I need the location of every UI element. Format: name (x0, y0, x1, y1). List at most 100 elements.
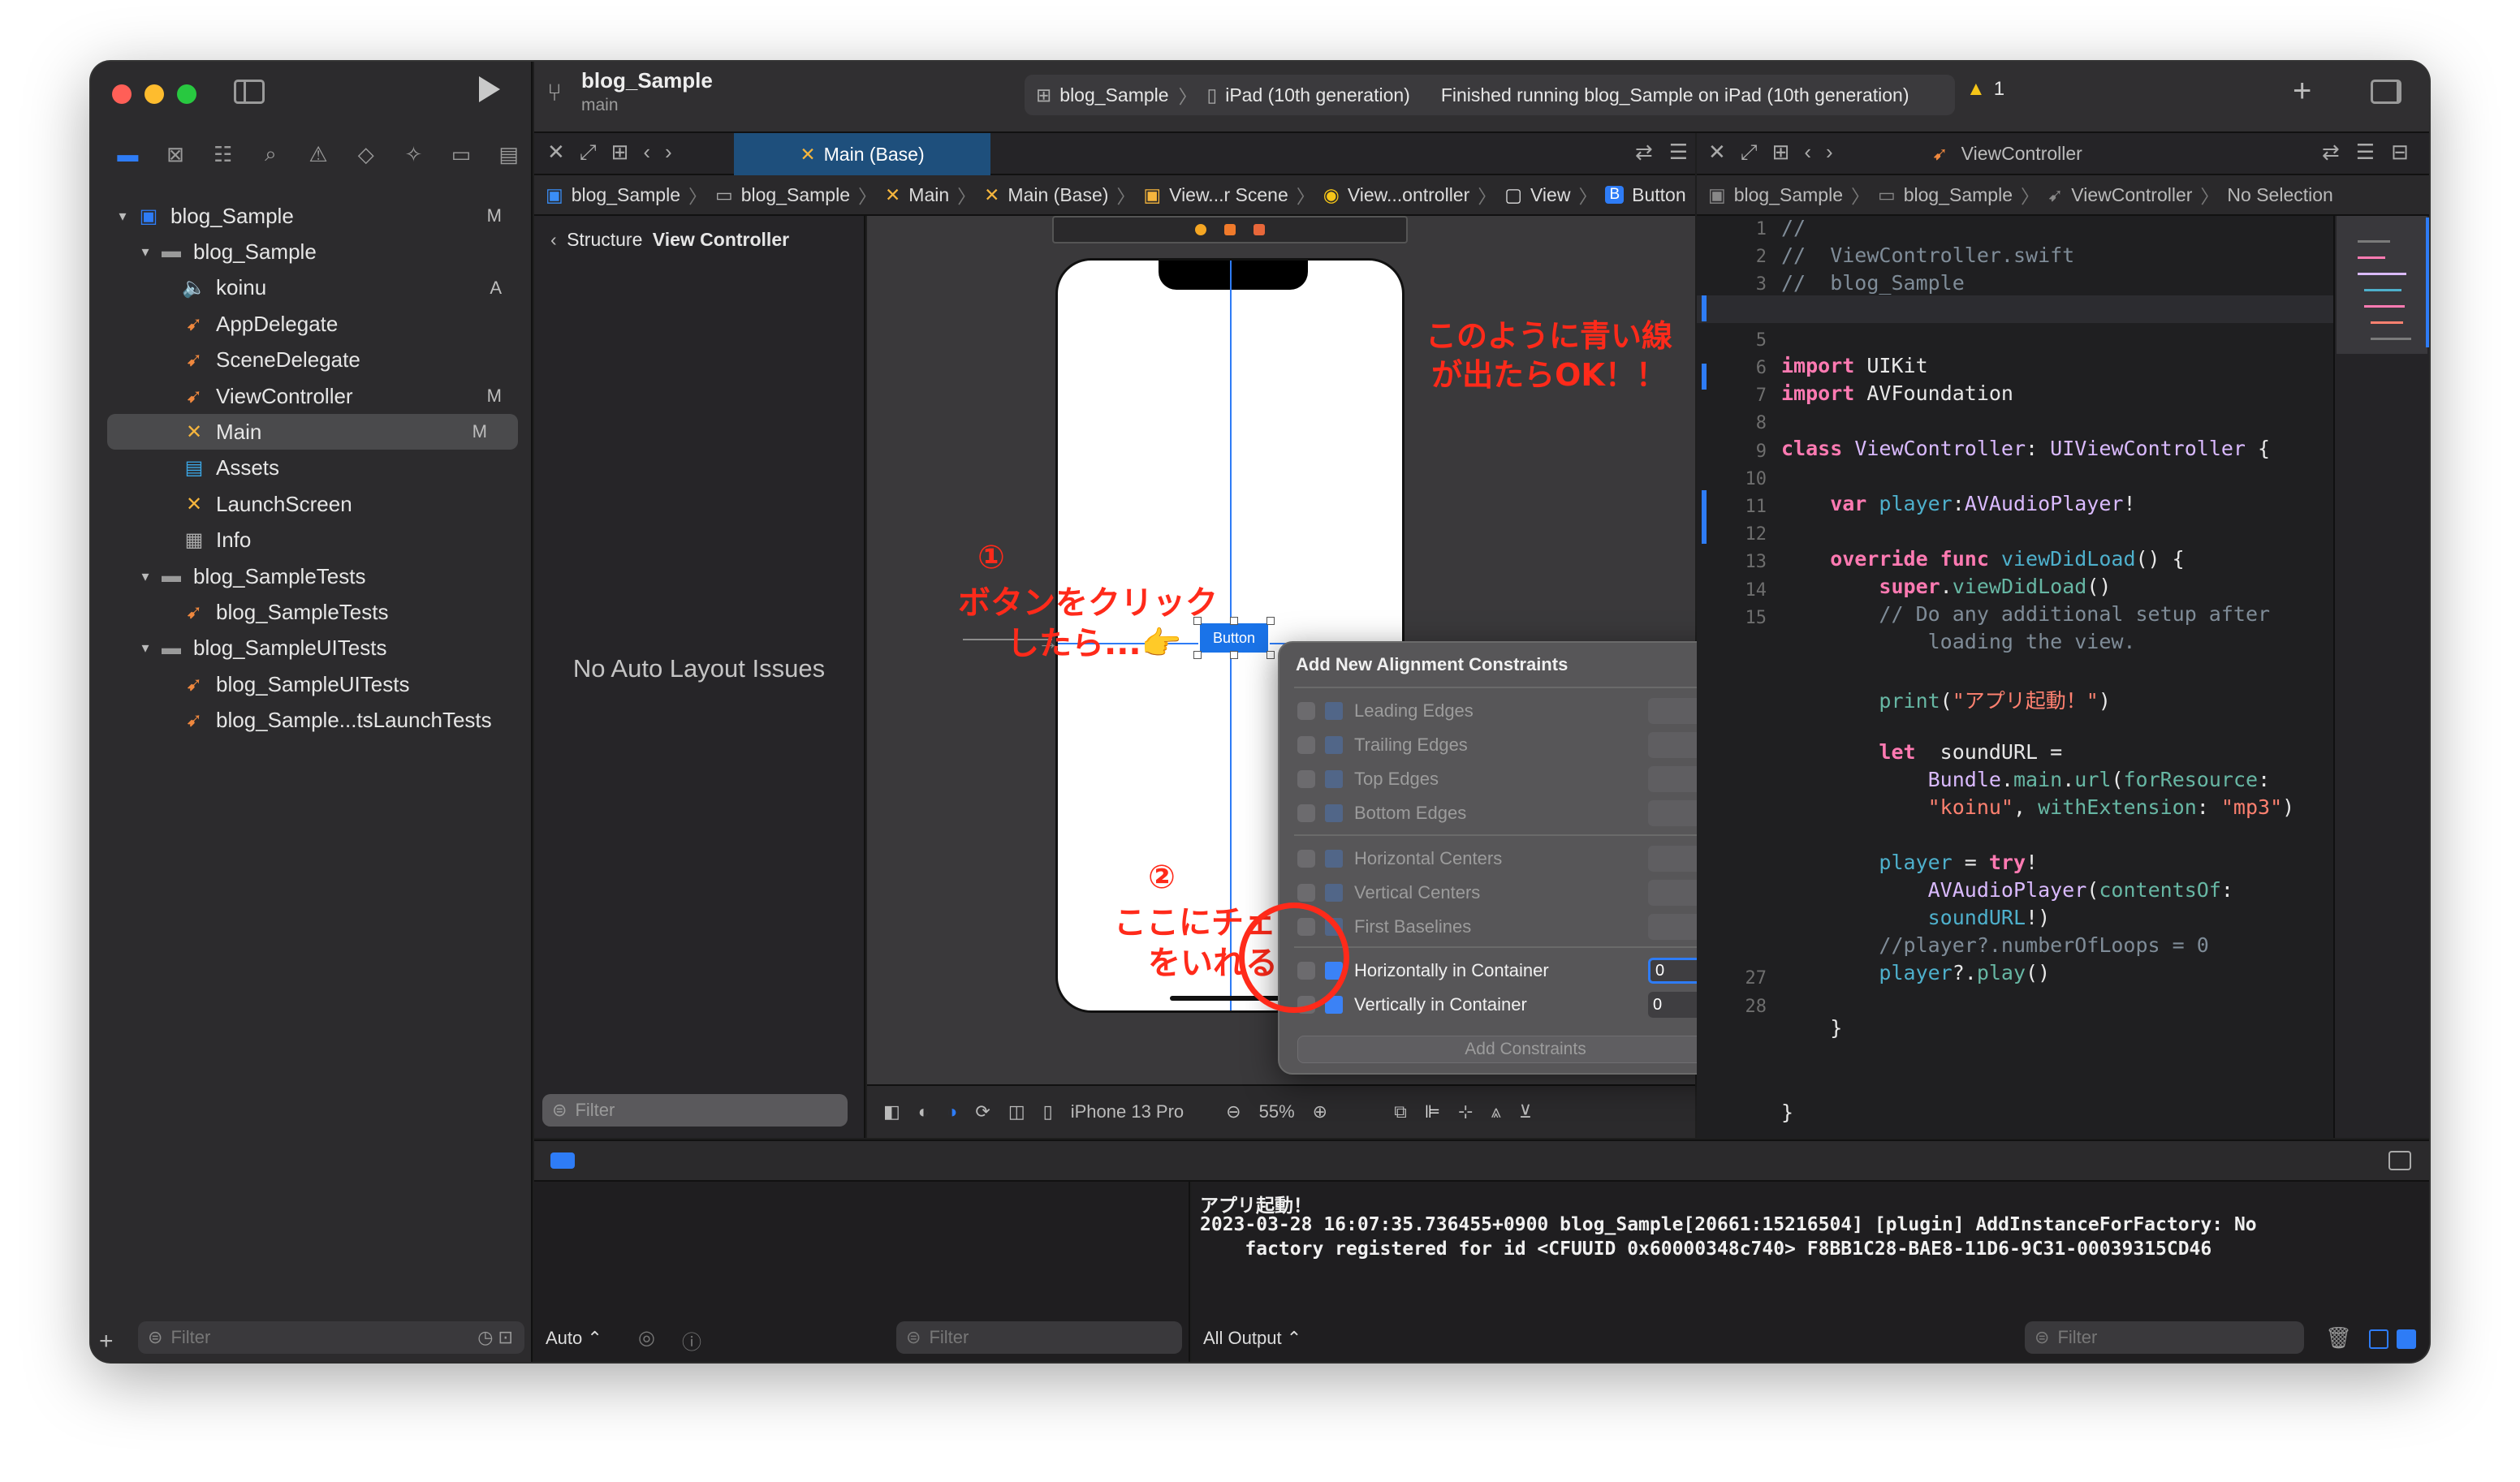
editor-nav-icons[interactable]: ✕⤢⊞‹› (547, 140, 687, 166)
scene-dock[interactable] (1052, 216, 1408, 243)
crumb-item[interactable]: Button (1632, 184, 1686, 206)
warnings-indicator[interactable]: ▲ 1 (1966, 78, 2004, 101)
zoom-out-icon[interactable]: ⊖ (1226, 1101, 1241, 1122)
navigator-item[interactable]: ▾ ▬ blog_Sample (91, 234, 533, 269)
constraint-row-baselines[interactable]: First Baselines (1297, 911, 1760, 943)
source-control-navigator-icon[interactable]: ⊠ (152, 142, 200, 167)
zoom-in-icon[interactable]: ⊕ (1313, 1101, 1327, 1122)
navigator-item[interactable]: ✕ LaunchScreen (91, 486, 533, 522)
first-responder-dock-icon[interactable] (1224, 224, 1236, 235)
add-constraints-button[interactable]: Add Constraints (1297, 1036, 1754, 1063)
navigator-item[interactable]: 🔈 koinu A (91, 270, 533, 306)
constraint-row-leading[interactable]: Leading Edges (1297, 695, 1760, 727)
crumb-item[interactable]: Main (Base) (1008, 184, 1108, 206)
navigator-item[interactable]: ▾ ▣ blog_Sample M (91, 198, 533, 234)
add-constraints-icon[interactable]: ⊹ (1458, 1101, 1473, 1122)
symbol-navigator-icon[interactable]: ☷ (199, 142, 247, 167)
issue-navigator-icon[interactable]: ⚠ (295, 142, 343, 167)
crumb-item[interactable]: No Selection (2227, 184, 2332, 206)
scheme-selector[interactable]: blog_Sample (1059, 84, 1168, 106)
navigator-item[interactable]: ▦ Info (91, 523, 533, 558)
outline-filter-field[interactable]: ⊜ Filter (542, 1094, 848, 1127)
constraint-row-hcenters[interactable]: Horizontal Centers (1297, 842, 1760, 875)
constraint-row-vcontainer[interactable]: Vertically in Container 0 (1297, 989, 1760, 1021)
hide-debug-area-icon[interactable] (2388, 1151, 2411, 1170)
quick-look-icon[interactable]: ◎ (638, 1326, 655, 1350)
dark-mode-icon[interactable]: ◑ (947, 1101, 957, 1122)
zoom-window-button[interactable] (177, 84, 196, 104)
project-navigator-icon[interactable]: ▬ (104, 142, 152, 167)
hcenters-checkbox[interactable] (1297, 850, 1315, 868)
crumb-item[interactable]: blog_Sample (1904, 184, 2013, 206)
run-icon[interactable] (479, 76, 500, 102)
console-pane-toggle-icon[interactable] (2397, 1329, 2416, 1349)
resolve-issues-icon[interactable]: ⩓ (1491, 1101, 1500, 1122)
breakpoint-navigator-icon[interactable]: ▭ (438, 142, 485, 167)
variables-filter-field[interactable]: ⊜ Filter (896, 1321, 1182, 1354)
constraint-row-hcontainer[interactable]: Horizontally in Container 0 (1297, 954, 1760, 987)
console-output[interactable]: アプリ起動！ 2023-03-28 16:07:35.736455+0900 b… (1192, 1182, 2429, 1362)
device-config-selector[interactable]: iPhone 13 Pro (1071, 1101, 1184, 1122)
constraint-row-bottom[interactable]: Bottom Edges (1297, 797, 1760, 829)
outline-header[interactable]: ‹ Structure View Controller (550, 229, 789, 251)
navigator-item[interactable]: ▾ ▬ blog_SampleTests (91, 558, 533, 594)
console-filter-field[interactable]: ⊜ Filter (2025, 1321, 2304, 1354)
align-icon[interactable]: ⊫ (1425, 1101, 1440, 1122)
navigator-item[interactable]: ➹ ViewController M (91, 378, 533, 414)
constraint-row-trailing[interactable]: Trailing Edges (1297, 729, 1760, 761)
minimize-window-button[interactable] (145, 84, 164, 104)
navigator-item[interactable]: ➹ blog_Sample...tsLaunchTests (91, 703, 533, 739)
variables-scope-selector[interactable]: Auto ⌃ (546, 1328, 602, 1349)
outline-toggle-icon[interactable]: ◧ (883, 1101, 900, 1122)
debug-navigator-icon[interactable]: ✧ (390, 142, 438, 167)
library-add-icon[interactable]: + (2293, 73, 2311, 110)
navigator-item[interactable]: ▾ ▬ blog_SampleUITests (91, 631, 533, 666)
navigator-item[interactable]: ➹ SceneDelegate (91, 342, 533, 378)
code-minimap[interactable] (2333, 216, 2429, 1138)
disclosure-triangle-icon[interactable]: ▾ (114, 208, 132, 225)
crumb-item[interactable]: blog_Sample (572, 184, 680, 206)
top-checkbox[interactable] (1297, 770, 1315, 788)
crumb-item[interactable]: View (1530, 184, 1570, 206)
constraint-row-vcenters[interactable]: Vertical Centers (1297, 877, 1760, 909)
crumb-item[interactable]: blog_Sample (741, 184, 850, 206)
navigator-item[interactable]: ➹ blog_SampleUITests (91, 666, 533, 702)
exit-dock-icon[interactable] (1254, 224, 1265, 235)
constraint-row-top[interactable]: Top Edges (1297, 763, 1760, 795)
disclosure-triangle-icon[interactable]: ▾ (136, 640, 154, 657)
editor-nav-icons[interactable]: ✕⤢⊞‹› (1708, 140, 1848, 166)
breakpoints-toggle-icon[interactable] (550, 1152, 575, 1169)
info-icon[interactable]: ⓘ (682, 1326, 701, 1355)
update-frames-icon[interactable]: ⧉ (1394, 1101, 1407, 1122)
crumb-item[interactable]: Main (908, 184, 949, 206)
variables-pane-toggle-icon[interactable] (2369, 1329, 2388, 1349)
crumb-item[interactable]: ViewController (2071, 184, 2192, 206)
report-navigator-icon[interactable]: ▤ (485, 142, 533, 167)
device-icon[interactable]: ▯ (1043, 1101, 1053, 1122)
navigator-item[interactable]: ➹ blog_SampleTests (91, 594, 533, 630)
output-filter-selector[interactable]: All Output ⌃ (1203, 1328, 1301, 1349)
vc-dock-icon[interactable] (1195, 224, 1206, 235)
tab-main-base[interactable]: ✕ Main (Base) (734, 133, 990, 175)
trash-icon[interactable]: 🗑 (2325, 1326, 2352, 1351)
crumb-item[interactable]: View...ontroller (1348, 184, 1469, 206)
navigator-item[interactable]: ✕ Main M (107, 414, 518, 450)
sidebar-toggle-icon[interactable] (234, 80, 265, 104)
leading-checkbox[interactable] (1297, 702, 1315, 720)
code-editor[interactable]: 1234567891011121314152728 // // ViewCont… (1697, 216, 2333, 1138)
find-navigator-icon[interactable]: ⌕ (247, 141, 295, 167)
close-window-button[interactable] (112, 84, 132, 104)
tab-viewcontroller[interactable]: ➹ ViewController (1932, 143, 2082, 165)
inspector-toggle-icon[interactable] (2371, 80, 2401, 104)
orientation-icon[interactable]: ⟳ (975, 1101, 990, 1122)
test-navigator-icon[interactable]: ◇ (342, 142, 390, 167)
trailing-checkbox[interactable] (1297, 736, 1315, 754)
vcenters-checkbox[interactable] (1297, 884, 1315, 902)
editor-options-icons[interactable]: ⇄☰⊟ (2322, 140, 2425, 165)
recent-files-icon[interactable]: ◷ ⊡ (477, 1327, 513, 1348)
disclosure-triangle-icon[interactable]: ▾ (136, 568, 154, 585)
disclosure-triangle-icon[interactable]: ▾ (136, 243, 154, 261)
navigator-filter-field[interactable]: ⊜ Filter ◷ ⊡ (138, 1321, 524, 1354)
crumb-item[interactable]: View...r Scene (1169, 184, 1288, 206)
navigator-item[interactable]: ▤ Assets (91, 450, 533, 486)
